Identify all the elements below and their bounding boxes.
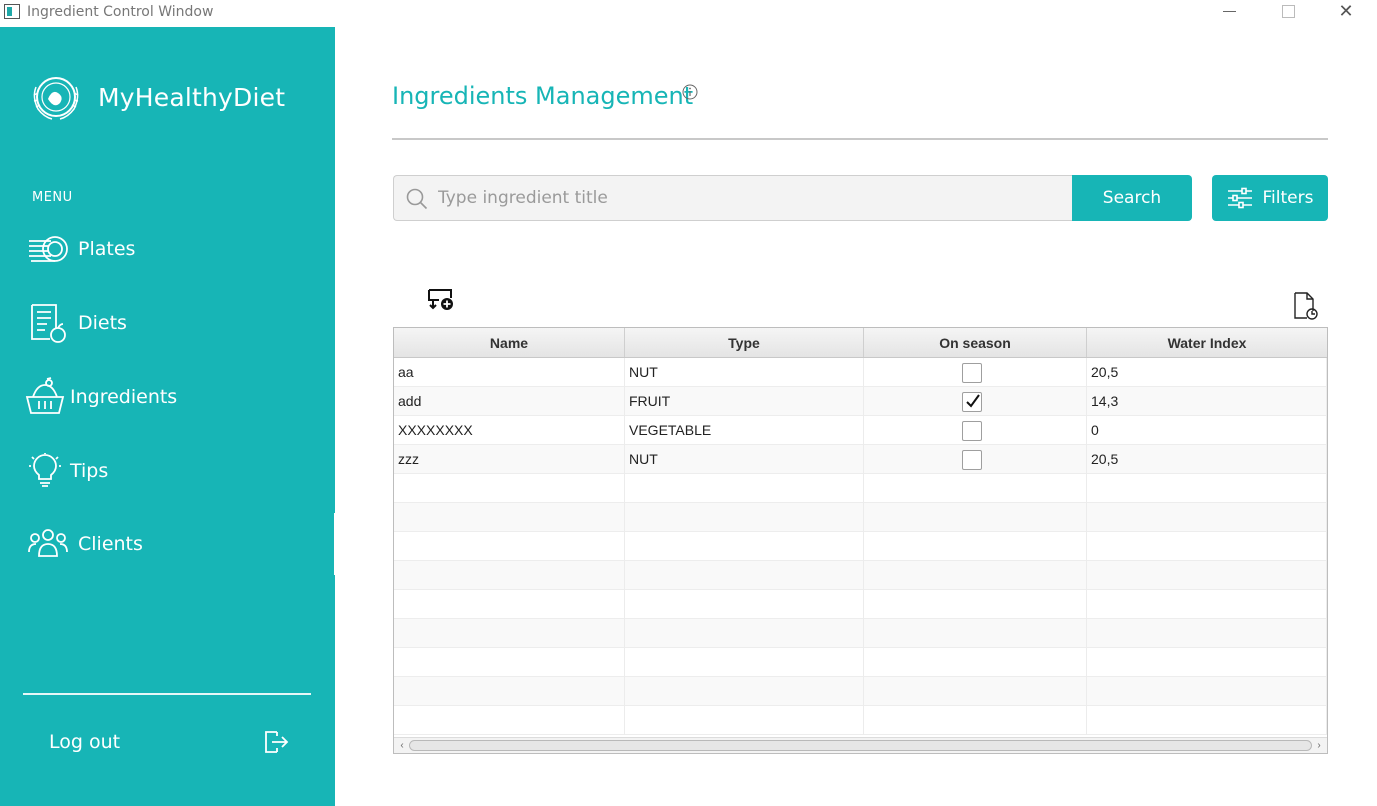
- empty-row: [394, 648, 1327, 677]
- cell-on-season: [864, 416, 1087, 445]
- sidebar-divider: [23, 693, 311, 695]
- table-row[interactable]: XXXXXXXX VEGETABLE 0: [394, 416, 1327, 445]
- page-title: Ingredients Management: [392, 82, 694, 110]
- column-header-water-index[interactable]: Water Index: [1087, 328, 1327, 357]
- on-season-checkbox[interactable]: [962, 421, 982, 441]
- close-button[interactable]: ✕: [1323, 0, 1369, 26]
- app-icon: [4, 4, 20, 19]
- empty-row: [394, 677, 1327, 706]
- lightbulb-icon: [24, 449, 66, 493]
- ingredients-table: Name Type On season Water Index aa NUT 2…: [393, 327, 1328, 754]
- cell-water-index: 14,3: [1087, 387, 1327, 416]
- logout-icon: [265, 731, 289, 753]
- cell-name: add: [394, 387, 625, 416]
- table-header: Name Type On season Water Index: [394, 328, 1327, 358]
- sidebar-item-tips[interactable]: Tips: [0, 440, 335, 502]
- cell-name: aa: [394, 358, 625, 387]
- on-season-checkbox[interactable]: [962, 363, 982, 383]
- sidebar-item-plates[interactable]: Plates: [0, 218, 335, 280]
- logout-label: Log out: [49, 731, 121, 753]
- sidebar-item-label: Plates: [78, 238, 136, 260]
- on-season-checkbox[interactable]: [962, 450, 982, 470]
- cell-name: zzz: [394, 445, 625, 474]
- report-icon[interactable]: [1293, 291, 1319, 321]
- empty-row: [394, 503, 1327, 532]
- search-icon: [406, 188, 428, 210]
- logout-button[interactable]: Log out: [49, 727, 289, 757]
- horizontal-scrollbar[interactable]: ‹ ›: [394, 737, 1327, 753]
- table-row[interactable]: zzz NUT 20,5: [394, 445, 1327, 474]
- cell-type: FRUIT: [625, 387, 864, 416]
- window-titlebar: Ingredient Control Window ✕: [0, 0, 1377, 26]
- cell-on-season: [864, 387, 1087, 416]
- on-season-checkbox[interactable]: [962, 392, 982, 412]
- cell-type: VEGETABLE: [625, 416, 864, 445]
- main-content: Ingredients Management Search Filters Na…: [335, 27, 1377, 806]
- brand: MyHealthyDiet: [28, 69, 285, 125]
- checkmark-icon: [966, 394, 980, 408]
- cell-name: XXXXXXXX: [394, 416, 625, 445]
- sidebar-item-label: Ingredients: [70, 386, 178, 408]
- empty-row: [394, 532, 1327, 561]
- empty-row: [394, 590, 1327, 619]
- cell-on-season: [864, 358, 1087, 387]
- cell-on-season: [864, 445, 1087, 474]
- sidebar-item-label: Tips: [70, 460, 109, 482]
- cell-type: NUT: [625, 445, 864, 474]
- add-row-icon[interactable]: [427, 288, 455, 312]
- column-header-on-season[interactable]: On season: [864, 328, 1087, 357]
- scroll-left-arrow[interactable]: ‹: [396, 739, 408, 753]
- brand-name: MyHealthyDiet: [98, 82, 286, 112]
- sidebar-item-diets[interactable]: Diets: [0, 292, 335, 354]
- sidebar-item-clients[interactable]: Clients: [0, 513, 335, 575]
- cell-water-index: 20,5: [1087, 358, 1327, 387]
- window-title: Ingredient Control Window: [27, 4, 214, 20]
- cell-water-index: 20,5: [1087, 445, 1327, 474]
- filters-label: Filters: [1262, 188, 1314, 208]
- scrollbar-thumb[interactable]: [409, 740, 1312, 751]
- empty-row: [394, 706, 1327, 735]
- empty-row: [394, 561, 1327, 590]
- info-icon[interactable]: [682, 84, 698, 100]
- table-row[interactable]: add FRUIT 14,3: [394, 387, 1327, 416]
- filter-sliders-icon: [1227, 187, 1252, 209]
- sidebar: MyHealthyDiet MENU Plates Diets Ingredie…: [0, 27, 336, 806]
- sidebar-item-label: Diets: [78, 312, 127, 334]
- minimize-button[interactable]: [1207, 0, 1253, 26]
- cell-water-index: 0: [1087, 416, 1327, 445]
- menu-label: MENU: [32, 190, 73, 205]
- logo-icon: [33, 77, 79, 120]
- search-input[interactable]: [438, 176, 1058, 220]
- title-divider: [392, 138, 1328, 140]
- empty-row: [394, 474, 1327, 503]
- search-box: [393, 175, 1073, 221]
- search-button[interactable]: Search: [1072, 175, 1192, 221]
- maximize-button[interactable]: [1265, 0, 1311, 26]
- cell-type: NUT: [625, 358, 864, 387]
- empty-row: [394, 619, 1327, 648]
- sidebar-item-ingredients[interactable]: Ingredients: [0, 366, 335, 428]
- sidebar-item-label: Clients: [78, 533, 143, 555]
- column-header-name[interactable]: Name: [394, 328, 625, 357]
- plates-icon: [26, 227, 70, 271]
- filters-button[interactable]: Filters: [1212, 175, 1328, 221]
- table-row[interactable]: aa NUT 20,5: [394, 358, 1327, 387]
- scroll-right-arrow[interactable]: ›: [1313, 739, 1325, 753]
- diet-list-icon: [26, 301, 70, 345]
- basket-icon: [24, 375, 66, 419]
- column-header-type[interactable]: Type: [625, 328, 864, 357]
- clients-icon: [26, 522, 70, 566]
